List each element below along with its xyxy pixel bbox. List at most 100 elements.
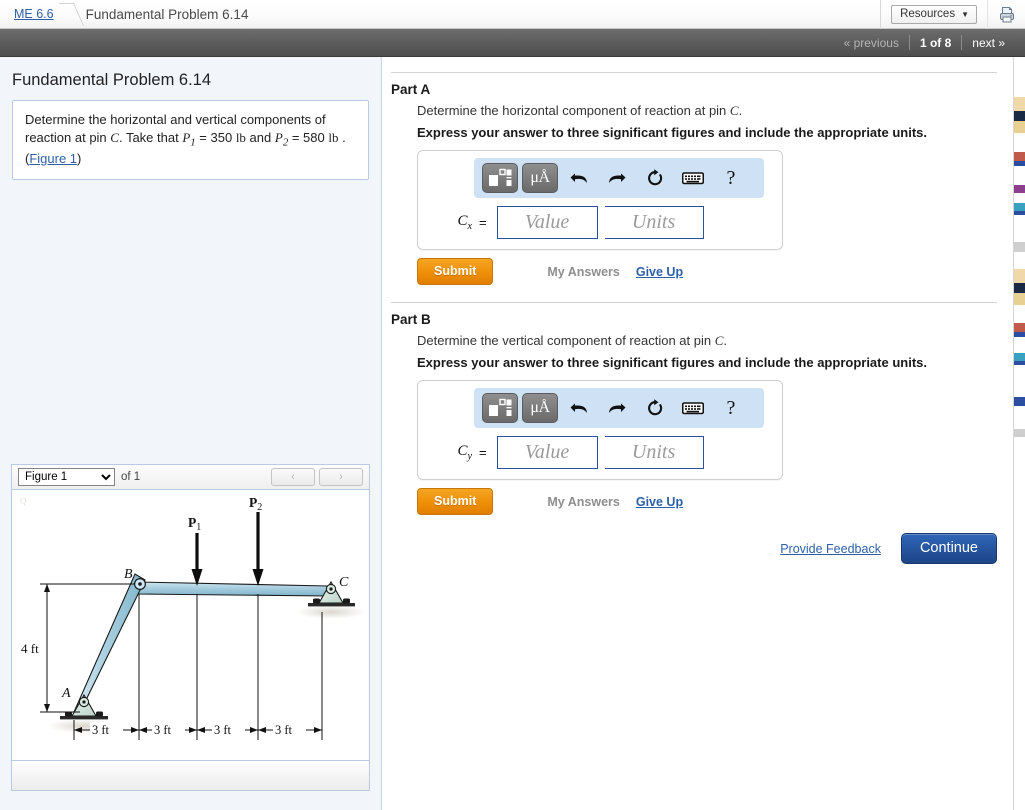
breadcrumb-separator-icon (56, 0, 84, 29)
part-a-my-answers[interactable]: My Answers (547, 265, 619, 279)
previous-page-link[interactable]: « previous (834, 36, 909, 50)
help-button[interactable]: ? (714, 163, 748, 193)
part-b-value-input[interactable]: Value (496, 436, 598, 469)
part-a-label-sub: x (467, 221, 472, 232)
part-b-prompt: Determine the vertical component of reac… (391, 333, 1025, 355)
part-b-answer-row: Cy = Value Units (426, 428, 774, 469)
print-button[interactable] (987, 0, 1025, 29)
keyboard-icon[interactable] (676, 163, 710, 193)
units-button[interactable]: μÅ (522, 393, 558, 423)
redo-glyph (609, 403, 626, 413)
part-a-answer-row: Cx = Value Units (426, 198, 774, 239)
next-page-link[interactable]: next » (962, 36, 1015, 50)
topbar-actions: Resources ▼ (880, 0, 1025, 29)
part-b-math-toolbar: μÅ ? (474, 388, 764, 428)
figure-next-button[interactable]: › (319, 468, 363, 486)
footer-actions: Provide Feedback Continue (382, 515, 1025, 564)
problem-var-C: C (110, 129, 119, 145)
figure-canvas: Q P1 P2 B A C 4 ft 3 ft 3 ft 3 ft 3 ft (12, 490, 369, 760)
part-a-label-main: C (457, 213, 468, 229)
reset-circular-arrow-icon[interactable] (638, 163, 672, 193)
svg-text:P1: P1 (188, 515, 201, 533)
undo-glyph (570, 173, 587, 183)
part-a-prompt-var: C (729, 103, 739, 118)
undo-glyph (570, 403, 587, 413)
redo-glyph (609, 173, 626, 183)
figure-nav-buttons: ‹ › (271, 468, 363, 486)
part-b: Part B Determine the vertical component … (382, 303, 1025, 515)
figure-prev-button[interactable]: ‹ (271, 468, 315, 486)
part-b-units-input[interactable]: Units (604, 436, 704, 469)
part-a-title: Part A (391, 82, 431, 97)
page-title: Fundamental Problem 6.14 (12, 71, 212, 89)
adjacent-window-sliver (1013, 57, 1025, 810)
part-a-give-up[interactable]: Give Up (636, 265, 683, 279)
part-b-answer-box: μÅ ? Cy = Value Units (417, 380, 783, 480)
part-a-prompt-text: Determine the horizontal component of re… (417, 103, 730, 118)
part-a-submit-row: Submit My Answers Give Up (417, 250, 1025, 285)
help-button[interactable]: ? (714, 393, 748, 423)
part-a-value-input[interactable]: Value (496, 206, 598, 239)
template-glyph-icon (489, 398, 512, 416)
redo-arrow-icon[interactable] (600, 393, 634, 423)
svg-text:P2: P2 (249, 495, 262, 513)
part-b-answer-label: Cy (432, 443, 472, 462)
answer-panel: Part A Determine the horizontal componen… (382, 57, 1025, 810)
svg-text:C: C (339, 575, 349, 590)
part-b-instruction: Express your answer to three significant… (417, 355, 927, 370)
dim-span-2: 3 ft (154, 723, 172, 737)
reset-glyph (648, 169, 663, 186)
part-b-give-up[interactable]: Give Up (636, 495, 683, 509)
part-a-math-toolbar: μÅ ? (474, 158, 764, 198)
undo-arrow-icon[interactable] (562, 393, 596, 423)
figure-link[interactable]: Figure 1 (29, 151, 77, 166)
part-b-my-answers[interactable]: My Answers (547, 495, 619, 509)
problem-eq2: = 580 (288, 129, 325, 145)
main-content: Fundamental Problem 6.14 Determine the h… (0, 57, 1025, 810)
template-glyph-icon (489, 168, 512, 186)
math-template-icon[interactable] (482, 393, 518, 423)
continue-button[interactable]: Continue (900, 533, 997, 564)
part-b-prompt-text: Determine the vertical component of reac… (417, 333, 715, 348)
part-b-prompt-period: . (723, 333, 728, 348)
figure-count-label: of 1 (121, 471, 141, 483)
part-a-units-input[interactable]: Units (604, 206, 704, 239)
svg-text:B: B (124, 567, 133, 582)
reset-glyph (648, 399, 663, 416)
part-b-label-sub: y (467, 451, 472, 462)
part-b-equals: = (479, 445, 487, 460)
reset-circular-arrow-icon[interactable] (638, 393, 672, 423)
breadcrumb: ME 6.6 Fundamental Problem 6.14 (0, 0, 248, 28)
keyboard-glyph (682, 172, 704, 185)
redo-arrow-icon[interactable] (600, 163, 634, 193)
units-button[interactable]: μÅ (522, 163, 558, 193)
part-a-submit-button[interactable]: Submit (417, 258, 494, 285)
problem-unit-lb2: lb (328, 129, 339, 145)
provide-feedback-link[interactable]: Provide Feedback (780, 542, 881, 556)
part-b-title: Part B (391, 312, 431, 327)
undo-arrow-icon[interactable] (562, 163, 596, 193)
problem-var-P2: P (274, 129, 283, 145)
keyboard-icon[interactable] (676, 393, 710, 423)
figure-select[interactable]: Figure 1 (18, 468, 115, 486)
resources-label: Resources (900, 8, 956, 20)
svg-text:4 ft: 4 ft (21, 641, 39, 656)
breadcrumb-course-link[interactable]: ME 6.6 (14, 7, 54, 21)
resources-dropdown-button[interactable]: Resources ▼ (891, 5, 977, 24)
problem-panel: Fundamental Problem 6.14 Determine the h… (0, 57, 382, 810)
figure-panel: Figure 1 of 1 ‹ › Q P1 P2 B A C 4 ft 3 f… (11, 464, 370, 791)
figure-toolbar: Figure 1 of 1 ‹ › (12, 465, 369, 490)
problem-eq1: = 350 (195, 129, 236, 145)
problem-statement: Determine the horizontal and vertical co… (12, 100, 369, 181)
part-a-instruction: Express your answer to three significant… (417, 125, 927, 140)
part-b-submit-row: Submit My Answers Give Up (417, 480, 1025, 515)
part-b-submit-button[interactable]: Submit (417, 488, 494, 515)
printer-icon (999, 6, 1014, 22)
part-a-prompt-period: . (738, 103, 743, 118)
part-a-answer-box: μÅ ? Cx = Value Units (417, 150, 783, 250)
frame-diagram: Q P1 P2 B A C 4 ft 3 ft 3 ft 3 ft 3 ft (20, 495, 366, 740)
problem-and: and (245, 129, 275, 145)
dim-span-1: 3 ft (92, 723, 110, 737)
math-template-icon[interactable] (482, 163, 518, 193)
part-b-label-main: C (457, 443, 468, 459)
